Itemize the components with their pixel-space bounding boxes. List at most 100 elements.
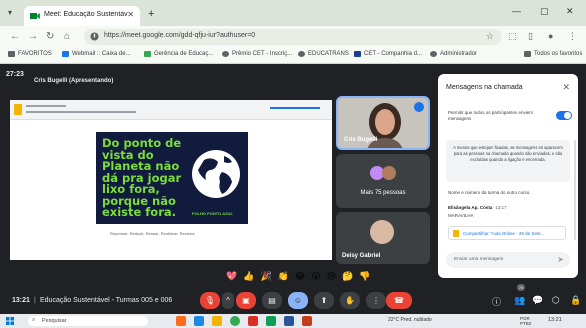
maximize-button[interactable]: ▢ xyxy=(540,6,549,17)
app-icon[interactable] xyxy=(248,316,258,326)
browser-menu-icon[interactable]: ⋮ xyxy=(568,31,577,42)
powerpoint-icon[interactable] xyxy=(302,316,312,326)
chat-share-link[interactable]: Compartilhar "Aula Online - 28 de Sete..… xyxy=(448,226,566,240)
chat-panel: Mensagens na chamada ✕ Permitir que todo… xyxy=(438,74,578,278)
mic-options-icon[interactable]: ^ xyxy=(222,292,234,309)
weather-widget[interactable]: 22°C Pred. nublado xyxy=(388,317,432,323)
elapsed-time: 27:23 xyxy=(6,71,24,78)
excel-icon[interactable] xyxy=(266,316,276,326)
bookmark-premio[interactable]: Prêmio CET - Inscriç... xyxy=(222,51,292,57)
host-controls-icon[interactable]: 🔒 xyxy=(570,295,581,306)
slide-text: Do ponto de vista do Planeta não dá pra … xyxy=(102,136,182,219)
bookmark-educatrans[interactable]: EDUCATRANS xyxy=(298,51,349,57)
more-options-button[interactable]: ⋮ xyxy=(366,292,386,309)
allow-messages-label: Permitir que todos os participantes envi… xyxy=(448,110,534,121)
activities-icon[interactable]: ⬡ xyxy=(552,295,560,306)
edge-icon[interactable] xyxy=(194,316,204,326)
site-info-icon[interactable] xyxy=(90,32,99,41)
chat-input[interactable]: Enviar uma mensagem ➤ xyxy=(446,252,570,268)
people-icon[interactable]: 👥 xyxy=(514,295,525,306)
extensions-icon[interactable]: ⬚ xyxy=(508,31,517,42)
presentation-stage[interactable]: Do ponto de vista do Planeta não dá pra … xyxy=(10,100,332,260)
close-tab-icon[interactable]: ✕ xyxy=(127,10,134,19)
participant-tile-deisy[interactable]: Deisy Gabriel xyxy=(336,212,430,264)
browser-tab-meet[interactable]: Meet: Educação Sustentável ✕ xyxy=(24,6,140,26)
meeting-name: Educação Sustentável - Turmas 005 e 006 xyxy=(40,297,173,304)
reaction-party[interactable]: 🎉 xyxy=(260,271,271,282)
reaction-thumbs-down[interactable]: 👎 xyxy=(359,271,370,282)
reaction-laugh[interactable]: 😂 xyxy=(295,271,306,282)
slide-brand: FOLHO PONTO AZUL xyxy=(192,211,233,216)
sidebar-icon[interactable]: ▯ xyxy=(528,31,533,42)
taskbar-search-placeholder: Pesquisar xyxy=(42,318,67,324)
chat-input-placeholder: Enviar uma mensagem xyxy=(454,257,504,262)
bookmark-star-icon[interactable]: ☆ xyxy=(486,31,494,42)
close-icon[interactable]: ✕ xyxy=(562,82,570,93)
close-window-button[interactable]: ✕ xyxy=(566,6,574,17)
participant-tile-cris[interactable]: Cris Bugelli xyxy=(336,96,430,150)
chat-scrollbar[interactable] xyxy=(574,140,576,240)
captions-button[interactable]: ▤ xyxy=(262,292,282,309)
windows-start-icon[interactable] xyxy=(6,317,14,325)
chat-message: Nome e número da turma do outro curso. xyxy=(448,190,531,195)
folder-icon xyxy=(8,51,15,57)
reaction-sad[interactable]: 😢 xyxy=(327,271,336,282)
bookmark-favoritos[interactable]: FAVORITOS xyxy=(8,51,52,57)
bookmark-webmail[interactable]: Webmail :: Caixa de... xyxy=(62,51,131,57)
reaction-thumbs-up[interactable]: 👍 xyxy=(243,271,254,282)
allow-messages-toggle[interactable] xyxy=(556,111,572,120)
webmail-icon xyxy=(62,51,69,57)
meet-window: 27:23 Cris Bugelli (Apresentando) Do pon… xyxy=(0,64,586,328)
word-icon[interactable] xyxy=(284,316,294,326)
cet-icon xyxy=(354,51,361,57)
bookmark-cet[interactable]: CET - Companhia d... xyxy=(354,51,422,57)
participant-tile-more[interactable]: Mais 75 pessoas xyxy=(336,154,430,208)
participant-name: Cris Bugelli xyxy=(344,137,378,143)
info-icon[interactable]: ⓘ xyxy=(492,295,501,308)
presenter-label: Cris Bugelli (Apresentando) xyxy=(34,78,114,84)
send-icon[interactable]: ➤ xyxy=(557,255,564,264)
screen: ▾ Meet: Educação Sustentável ✕ + — ▢ ✕ ←… xyxy=(0,0,586,328)
bookmark-todos[interactable]: Todos os favoritos xyxy=(524,51,582,57)
forward-icon[interactable]: → xyxy=(28,31,38,42)
globe-icon xyxy=(222,51,229,57)
new-tab-icon[interactable]: + xyxy=(148,8,154,20)
chat-icon[interactable]: 💬 xyxy=(532,295,543,306)
minimize-button[interactable]: — xyxy=(512,6,521,16)
reaction-thinking[interactable]: 🤔 xyxy=(342,271,353,282)
chat-message: MARAVILHA xyxy=(448,213,474,218)
emoji-button[interactable]: ☺ xyxy=(288,292,308,309)
chrome-icon[interactable] xyxy=(230,316,240,326)
search-icon: ⌕ xyxy=(32,317,36,323)
globe-icon xyxy=(298,51,305,57)
slides-logo-icon xyxy=(14,104,22,115)
address-bar[interactable]: https://meet.google.com/gdd-qfju-iur?aut… xyxy=(84,29,502,45)
chat-sender: Elisângela Ap. Costa 13:17 xyxy=(448,205,507,210)
tab-search-icon[interactable]: ▾ xyxy=(8,8,12,17)
reaction-surprised[interactable]: 😮 xyxy=(311,271,320,282)
microphone-off-button[interactable]: 🎙 xyxy=(200,292,220,309)
bookmark-gerencia[interactable]: Gerência de Educaç... xyxy=(144,51,213,57)
bookmarks-bar: FAVORITOS Webmail :: Caixa de... Gerênci… xyxy=(0,48,586,64)
language-indicator[interactable]: POR PTB2 xyxy=(520,316,531,326)
reaction-heart[interactable]: 💖 xyxy=(226,271,237,282)
slide-content: Do ponto de vista do Planeta não dá pra … xyxy=(96,132,248,224)
gerencia-icon xyxy=(144,51,151,57)
app-icon[interactable] xyxy=(176,316,186,326)
explorer-icon[interactable] xyxy=(212,316,222,326)
bookmark-administrador[interactable]: Administrador xyxy=(430,51,477,57)
home-icon[interactable]: ⌂ xyxy=(64,31,70,42)
raise-hand-button[interactable]: ✋ xyxy=(340,292,360,309)
meet-controls-bar: 13:21 | Educação Sustentável - Turmas 00… xyxy=(0,284,586,312)
taskbar-search[interactable]: ⌕ Pesquisar xyxy=(28,316,148,326)
leave-call-button[interactable]: ☎ xyxy=(386,292,412,309)
taskbar-clock[interactable]: 13:21 xyxy=(548,317,562,323)
participants-badge: 76 xyxy=(517,284,525,291)
profile-icon[interactable]: ● xyxy=(548,31,553,41)
camera-off-button[interactable]: ▣ xyxy=(236,292,256,309)
reload-icon[interactable]: ↻ xyxy=(46,31,54,42)
reaction-clap[interactable]: 👏 xyxy=(278,271,289,282)
meeting-clock: 13:21 xyxy=(12,297,30,304)
present-button[interactable]: ⬆ xyxy=(314,292,334,309)
back-icon[interactable]: ← xyxy=(10,31,20,42)
